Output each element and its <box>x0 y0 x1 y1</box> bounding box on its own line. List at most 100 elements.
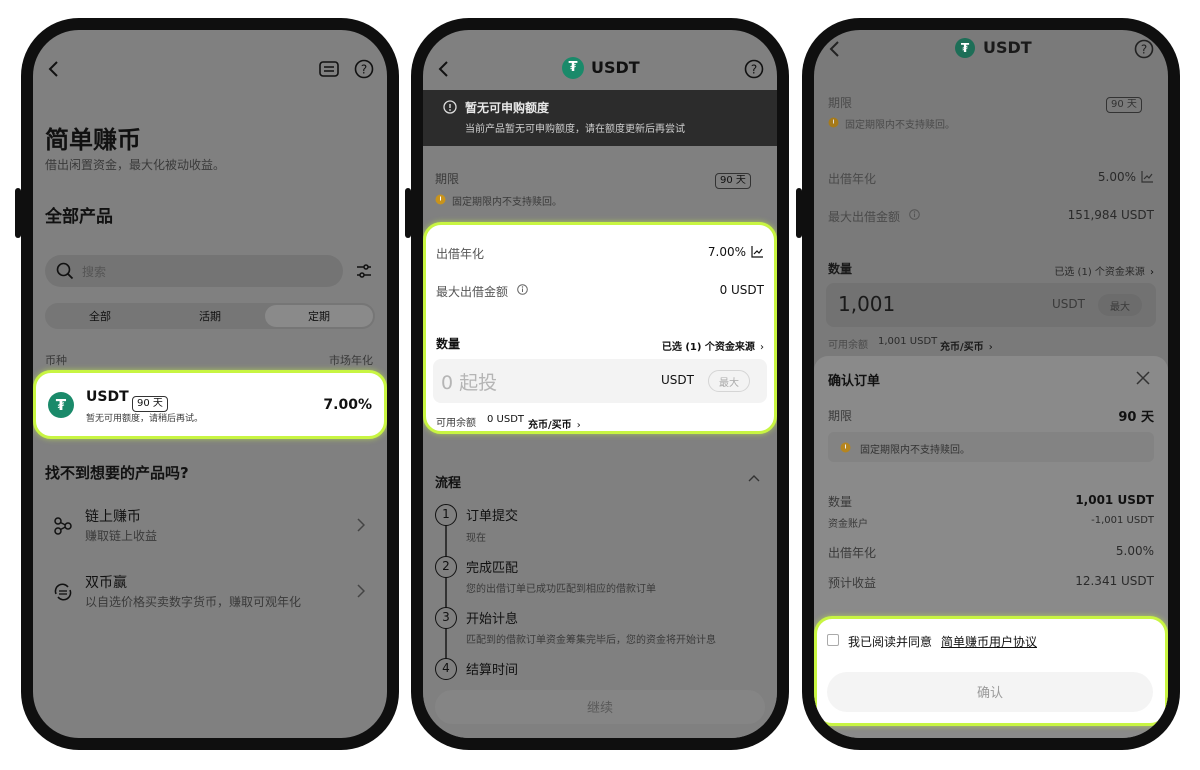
dual-investment-link[interactable]: 双币赢 以自选价格买卖数字货币，赚取可观年化 <box>33 566 387 616</box>
deposit-buy-text: 充币/买币 <box>528 420 572 431</box>
max-button[interactable]: 最大 <box>1098 294 1142 316</box>
max-amount-label: 最大出借金额 <box>436 285 509 299</box>
sheet-qty-value: 1,001 USDT <box>1075 493 1154 507</box>
banner-desc: 当前产品暂无可申购额度，请在额度更新后再尝试 <box>465 124 685 135</box>
product-days-badge: 90 天 <box>132 391 168 412</box>
chevron-right-icon: › <box>576 420 581 431</box>
help-icon[interactable]: ? <box>1134 39 1154 59</box>
chevron-up-icon[interactable] <box>748 474 760 482</box>
screen-usdt-subscribe: ₮ USDT ? 暂无可申购额度 当前产品暂无可申购额度，请在额度更新后再尝试 … <box>423 30 777 738</box>
tab-all[interactable]: 全部 <box>45 308 155 324</box>
page-title: 简单赚币 <box>45 126 141 154</box>
help-icon[interactable]: ? <box>354 59 374 79</box>
continue-button[interactable]: 继续 <box>435 690 765 724</box>
back-arrow-icon[interactable] <box>828 40 842 58</box>
deposit-buy-link[interactable]: 充币/买币 › <box>528 413 581 432</box>
info-circle-icon[interactable] <box>909 209 920 220</box>
help-icon[interactable]: ? <box>744 59 764 79</box>
tab-fixed[interactable]: 定期 <box>265 305 373 327</box>
balance-label: 可用余额 <box>828 340 868 351</box>
trend-chart-icon[interactable] <box>751 245 764 258</box>
onchain-title: 链上赚币 <box>85 509 141 525</box>
agree-checkbox[interactable] <box>827 634 839 646</box>
chevron-right-icon: › <box>760 342 764 353</box>
back-arrow-icon[interactable] <box>47 60 61 78</box>
chevron-right-icon: › <box>1150 267 1154 278</box>
trend-chart-icon[interactable] <box>1141 170 1154 183</box>
info-circle-icon[interactable] <box>517 284 528 295</box>
tab-fixed-label: 定期 <box>308 310 330 323</box>
column-coin: 币种 <box>45 354 67 367</box>
search-input[interactable]: 搜索 <box>45 255 343 287</box>
deposit-buy-link[interactable]: 充币/买币 › <box>940 335 993 354</box>
product-coin: USDT <box>86 389 129 405</box>
fund-source-link[interactable]: 已选 (1) 个资金来源 › <box>1054 260 1154 279</box>
fund-source-link[interactable]: 已选 (1) 个资金来源 › <box>662 335 764 354</box>
phone-frame-3: ₮ USDT ? 期限 90 天 固定期限内不支持赎回。 出借年化 5.00% … <box>796 18 1180 750</box>
step-number-text: 1 <box>442 507 450 521</box>
back-arrow-icon[interactable] <box>437 60 451 78</box>
step-number-text: 4 <box>442 661 450 675</box>
confirm-button[interactable]: 确认 <box>827 672 1153 712</box>
usdt-coin-icon: ₮ <box>955 38 975 58</box>
screen-confirm-order: ₮ USDT ? 期限 90 天 固定期限内不支持赎回。 出借年化 5.00% … <box>814 30 1168 738</box>
term-days: 90 天 <box>1106 97 1142 113</box>
confirm-button-label: 确认 <box>976 686 1003 701</box>
term-note: 固定期限内不支持赎回。 <box>845 120 955 131</box>
user-agreement-link[interactable]: 简单赚币用户协议 <box>941 633 1037 650</box>
chevron-right-icon <box>357 584 365 598</box>
max-button-label: 最大 <box>719 378 739 389</box>
fund-source-text: 已选 (1) 个资金来源 <box>661 342 755 353</box>
sheet-term-value: 90 天 <box>1118 410 1154 425</box>
warning-dot-icon <box>435 194 446 205</box>
product-note: 暂无可用额度，请稍后再试。 <box>86 414 204 424</box>
header-title: USDT <box>983 38 1032 57</box>
svg-text:?: ? <box>751 63 757 77</box>
step-number-text: 3 <box>442 610 450 624</box>
term-tabs: 全部 活期 定期 <box>45 303 375 329</box>
subscribe-card: 出借年化 7.00% 最大出借金额 0 USDT 数量 已选 (1) 个资金来源… <box>423 222 777 434</box>
phone-frame-1: ? 简单赚币 借出闲置资金，最大化被动收益。 全部产品 搜索 全部 活期 定期 … <box>15 18 399 750</box>
quantity-unit: USDT <box>1052 297 1085 311</box>
max-button[interactable]: 最大 <box>708 370 750 392</box>
onchain-earn-link[interactable]: 链上赚币 赚取链上收益 <box>33 500 387 550</box>
step-title: 结算时间 <box>466 663 519 678</box>
step-number: 1 <box>435 504 457 526</box>
product-rate: 7.00% <box>323 397 372 413</box>
term-note: 固定期限内不支持赎回。 <box>452 197 562 208</box>
apr-label: 出借年化 <box>828 172 877 186</box>
svg-text:?: ? <box>1141 43 1147 57</box>
max-amount-value: 151,984 USDT <box>1067 208 1154 222</box>
quantity-unit: USDT <box>661 373 694 387</box>
sheet-term-label: 期限 <box>828 409 853 423</box>
phone-frame-2: ₮ USDT ? 暂无可申购额度 当前产品暂无可申购额度，请在额度更新后再尝试 … <box>405 18 789 750</box>
agree-text: 我已阅读并同意 <box>848 635 933 649</box>
more-products-title: 找不到想要的产品吗? <box>45 464 189 482</box>
flow-title: 流程 <box>435 476 462 491</box>
product-row-usdt[interactable]: ₮ USDT 90 天 暂无可用额度，请稍后再试。 7.00% <box>33 370 387 439</box>
agreement-confirm-panel: 我已阅读并同意 简单赚币用户协议 确认 <box>814 616 1168 726</box>
dual-title: 双币赢 <box>85 575 127 591</box>
close-icon[interactable] <box>1136 371 1150 385</box>
filter-icon[interactable] <box>355 262 373 280</box>
sheet-qty-label: 数量 <box>828 495 853 509</box>
dual-currency-icon <box>53 582 73 602</box>
term-badge: 90 天 <box>1106 92 1142 113</box>
max-amount-value: 0 USDT <box>719 283 764 297</box>
apr-label: 出借年化 <box>436 247 485 261</box>
banner-title: 暂无可申购额度 <box>465 101 550 115</box>
screen-simple-earn: ? 简单赚币 借出闲置资金，最大化被动收益。 全部产品 搜索 全部 活期 定期 … <box>33 30 387 738</box>
onchain-nodes-icon <box>53 516 73 536</box>
column-rate: 市场年化 <box>329 354 373 367</box>
step-title: 开始计息 <box>466 612 519 627</box>
tab-flexible[interactable]: 活期 <box>155 308 265 324</box>
quantity-input[interactable]: 0 起投 USDT 最大 <box>433 359 767 403</box>
quantity-placeholder: 0 起投 <box>441 372 498 394</box>
balance-value: 0 USDT <box>487 414 525 425</box>
term-label: 期限 <box>828 96 853 110</box>
quantity-input[interactable]: 1,001 USDT 最大 <box>826 283 1156 327</box>
order-ticket-icon[interactable] <box>319 60 339 78</box>
page-subtitle: 借出闲置资金，最大化被动收益。 <box>45 158 226 172</box>
step-number: 3 <box>435 607 457 629</box>
step-desc: 匹配到的借款订单资金筹集完毕后，您的资金将开始计息 <box>466 635 716 646</box>
